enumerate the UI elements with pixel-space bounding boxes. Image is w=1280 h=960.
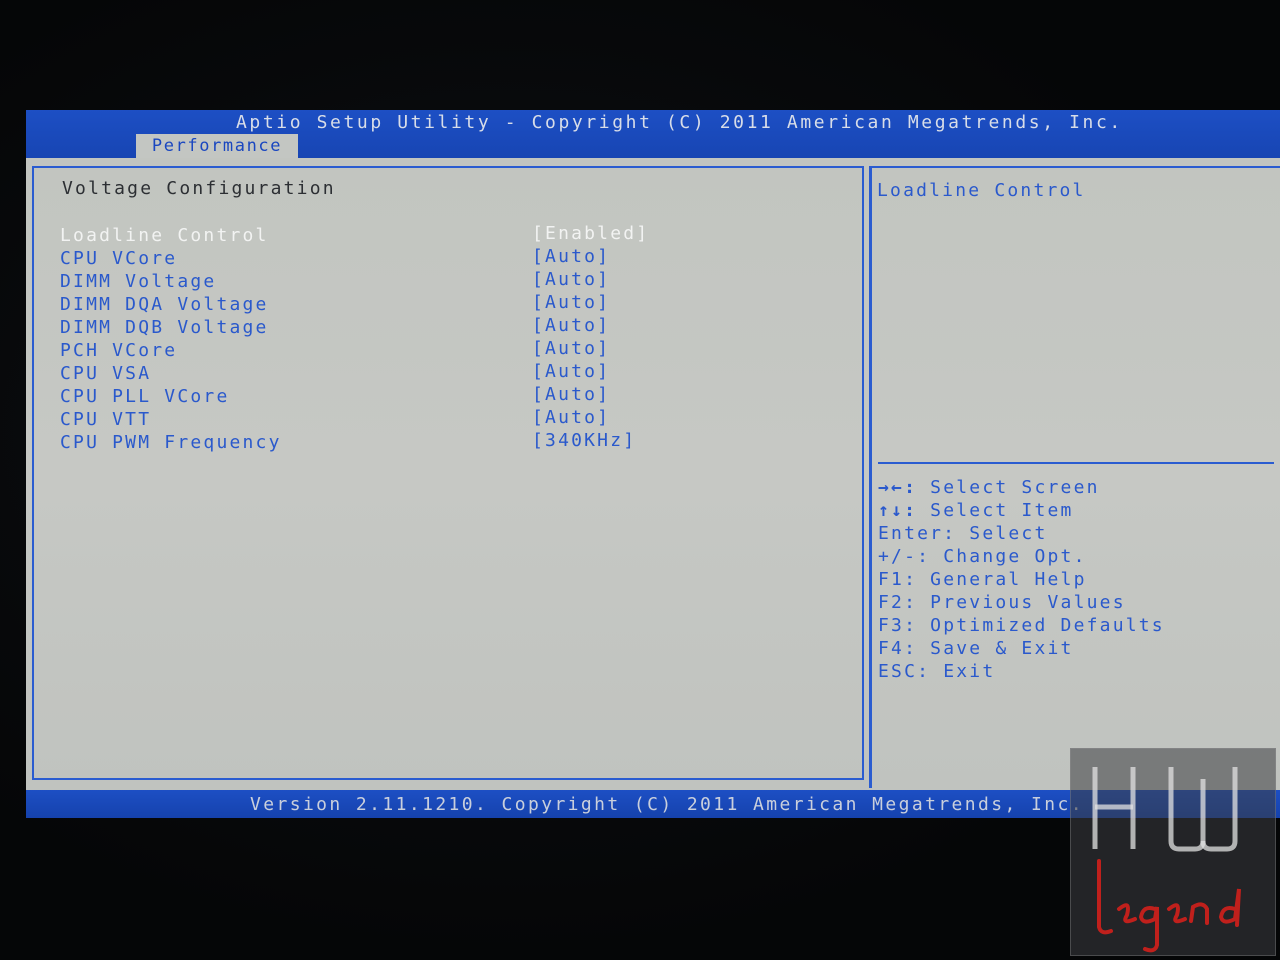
panel-divider <box>869 166 872 788</box>
setting-value[interactable]: [Auto] <box>532 246 610 267</box>
key-label: →←: <box>878 477 918 498</box>
setting-label: DIMM DQB Voltage <box>60 317 269 338</box>
setting-label: PCH VCore <box>60 340 178 361</box>
key-label: F3: <box>878 615 918 636</box>
setting-cpu-pwm-frequency[interactable]: CPU PWM Frequency [340KHz] <box>60 430 840 455</box>
setting-label: CPU VSA <box>60 363 152 384</box>
setting-label: Loadline Control <box>60 225 269 246</box>
key-description: Select Screen <box>930 477 1100 498</box>
key-description: Change Opt. <box>943 546 1087 567</box>
main-panel: Voltage Configuration Loadline Control [… <box>26 158 1280 790</box>
setting-value[interactable]: [Auto] <box>532 338 610 359</box>
key-help-item: ↑↓: Select Item <box>878 500 1074 521</box>
setting-value[interactable]: [Auto] <box>532 269 610 290</box>
setting-dimm-voltage[interactable]: DIMM Voltage [Auto] <box>60 269 840 294</box>
setting-value[interactable]: [Auto] <box>532 407 610 428</box>
key-description: Exit <box>943 661 996 682</box>
key-label: F2: <box>878 592 918 613</box>
key-description: Previous Values <box>930 592 1126 613</box>
setting-value[interactable]: [Auto] <box>532 384 610 405</box>
setting-label: CPU VCore <box>60 248 178 269</box>
key-label: Enter: <box>878 523 957 544</box>
setting-loadline-control[interactable]: Loadline Control [Enabled] <box>60 223 840 248</box>
setting-value[interactable]: [Auto] <box>532 292 610 313</box>
key-help-item: Enter: Select <box>878 523 1048 544</box>
tab-performance[interactable]: Performance <box>136 134 298 158</box>
key-description: General Help <box>930 569 1087 590</box>
setting-value[interactable]: [340KHz] <box>532 430 636 451</box>
key-help-item: ESC: Exit <box>878 661 995 682</box>
setting-value[interactable]: [Enabled] <box>532 223 649 244</box>
setting-label: CPU VTT <box>60 409 152 430</box>
setting-cpu-vcore[interactable]: CPU VCore [Auto] <box>60 246 840 271</box>
key-help-item: F2: Previous Values <box>878 592 1126 613</box>
version-text: Version 2.11.1210. Copyright (C) 2011 Am… <box>250 794 1084 815</box>
setting-label: CPU PLL VCore <box>60 386 230 407</box>
help-title: Loadline Control <box>877 180 1086 201</box>
key-label: F4: <box>878 638 918 659</box>
title-bar: Aptio Setup Utility - Copyright (C) 2011… <box>26 110 1280 158</box>
setting-value[interactable]: [Auto] <box>532 315 610 336</box>
setting-cpu-pll-vcore[interactable]: CPU PLL VCore [Auto] <box>60 384 840 409</box>
setting-cpu-vsa[interactable]: CPU VSA [Auto] <box>60 361 840 386</box>
key-label: F1: <box>878 569 918 590</box>
key-description: Select <box>969 523 1048 544</box>
key-help-item: →←: Select Screen <box>878 477 1100 498</box>
setting-value[interactable]: [Auto] <box>532 361 610 382</box>
key-help-item: F1: General Help <box>878 569 1087 590</box>
key-help-item: +/-: Change Opt. <box>878 546 1087 567</box>
watermark-logo <box>1070 748 1276 956</box>
key-help-item: F4: Save & Exit <box>878 638 1074 659</box>
bios-screen: Aptio Setup Utility - Copyright (C) 2011… <box>0 0 1280 960</box>
hw-legend-logo-icon <box>1092 767 1241 953</box>
section-title: Voltage Configuration <box>62 178 336 199</box>
key-description: Optimized Defaults <box>930 615 1165 636</box>
setting-cpu-vtt[interactable]: CPU VTT [Auto] <box>60 407 840 432</box>
setting-pch-vcore[interactable]: PCH VCore [Auto] <box>60 338 840 363</box>
key-label: ↑↓: <box>878 500 918 521</box>
key-label: +/-: <box>878 546 931 567</box>
key-description: Save & Exit <box>930 638 1074 659</box>
key-label: ESC: <box>878 661 931 682</box>
key-help-item: F3: Optimized Defaults <box>878 615 1165 636</box>
setting-dimm-dqb-voltage[interactable]: DIMM DQB Voltage [Auto] <box>60 315 840 340</box>
help-separator <box>878 462 1274 464</box>
setting-label: DIMM Voltage <box>60 271 217 292</box>
setting-dimm-dqa-voltage[interactable]: DIMM DQA Voltage [Auto] <box>60 292 840 317</box>
help-frame-top <box>872 166 1280 168</box>
app-title: Aptio Setup Utility - Copyright (C) 2011… <box>236 112 1123 133</box>
setting-label: DIMM DQA Voltage <box>60 294 269 315</box>
key-description: Select Item <box>930 500 1074 521</box>
setting-label: CPU PWM Frequency <box>60 432 282 453</box>
